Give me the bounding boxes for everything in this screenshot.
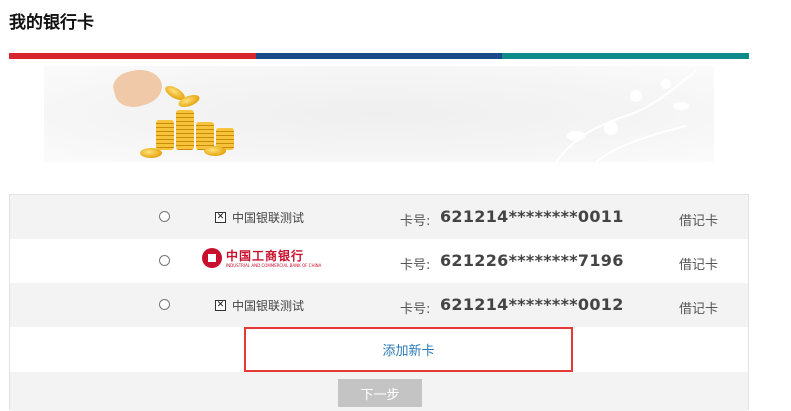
banner-image	[44, 66, 714, 162]
color-divider	[9, 53, 750, 59]
card-row[interactable]: ✕ 中国银联测试 卡号: 621214********0011 借记卡	[10, 195, 748, 239]
broken-image-icon: ✕	[215, 212, 226, 223]
bank-info: ✕ 中国银联测试	[215, 209, 304, 226]
card-row[interactable]: 中国工商银行 INDUSTRIAL AND COMMERCIAL BANK OF…	[10, 239, 748, 283]
floral-decoration	[555, 70, 697, 162]
card-radio[interactable]	[159, 299, 170, 310]
card-number-label: 卡号:	[400, 214, 431, 229]
card-number: 621214********0011	[440, 207, 624, 226]
page-title: 我的银行卡	[9, 13, 94, 33]
icbc-logo: 中国工商银行 INDUSTRIAL AND COMMERCIAL BANK OF…	[202, 248, 321, 268]
next-step-button[interactable]: 下一步	[338, 379, 422, 407]
card-radio[interactable]	[159, 211, 170, 222]
card-type: 借记卡	[679, 214, 719, 229]
card-number: 621226********7196	[440, 251, 624, 270]
bank-name: 中国工商银行	[226, 248, 305, 263]
card-number-label: 卡号:	[400, 302, 431, 317]
broken-image-icon: ✕	[215, 300, 226, 311]
coin	[204, 146, 226, 156]
hand-illustration	[110, 66, 166, 112]
bank-name-en: INDUSTRIAL AND COMMERCIAL BANK OF CHINA	[226, 262, 322, 268]
coin-stack	[156, 120, 174, 150]
bank-card-list: ✕ 中国银联测试 卡号: 621214********0011 借记卡 中国工商…	[9, 194, 749, 411]
card-row[interactable]: ✕ 中国银联测试 卡号: 621214********0012 借记卡	[10, 283, 748, 327]
coin-stack	[176, 110, 194, 150]
card-number: 621214********0012	[440, 295, 624, 314]
card-radio[interactable]	[159, 255, 170, 266]
bank-info: ✕ 中国银联测试	[215, 297, 304, 314]
bank-name: 中国银联测试	[232, 211, 305, 225]
bank-name: 中国银联测试	[232, 299, 305, 313]
card-type: 借记卡	[679, 258, 719, 273]
coin	[140, 148, 162, 158]
add-card-button[interactable]: 添加新卡	[244, 327, 573, 372]
card-number-label: 卡号:	[400, 258, 431, 273]
icbc-emblem-icon	[202, 248, 222, 268]
card-type: 借记卡	[679, 302, 719, 317]
